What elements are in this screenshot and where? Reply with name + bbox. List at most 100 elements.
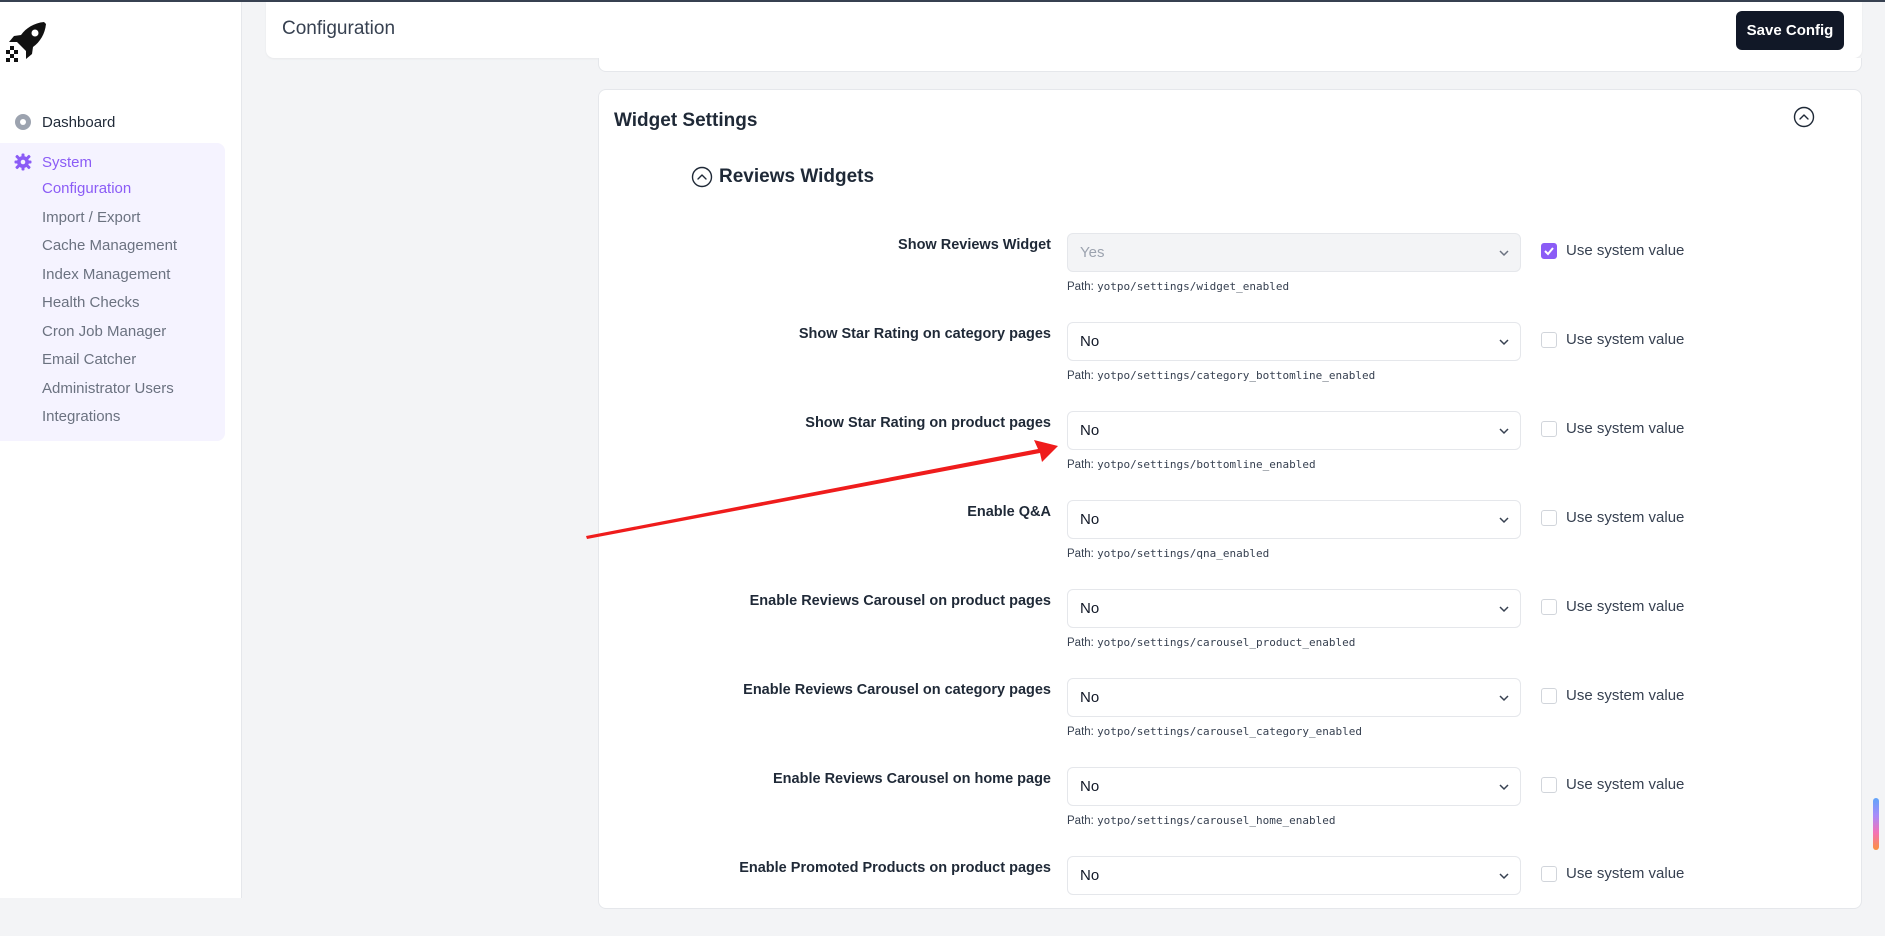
checkbox-icon — [1541, 509, 1557, 526]
select-value: No — [1080, 333, 1100, 350]
checkbox-icon — [1541, 420, 1557, 437]
setting-select[interactable]: No — [1067, 322, 1521, 361]
setting-label: Show Reviews Widget — [898, 237, 1051, 253]
sidebar-item-cron-job-manager[interactable]: Cron Job Manager — [42, 322, 177, 351]
use-system-value-checkbox[interactable]: Use system value — [1541, 509, 1684, 526]
widget-settings-section: Widget Settings Reviews Widgets Show Rev… — [598, 89, 1862, 909]
setting-path: Path: yotpo/settings/bottomline_enabled — [1067, 458, 1316, 471]
use-system-value-label: Use system value — [1566, 687, 1685, 704]
chevron-down-icon — [1499, 873, 1509, 880]
use-system-value-checkbox[interactable]: Use system value — [1541, 331, 1684, 348]
checkbox-icon — [1541, 687, 1557, 704]
setting-label: Show Star Rating on product pages — [805, 415, 1051, 431]
subsection-toggle-reviews-widgets[interactable]: Reviews Widgets — [691, 166, 874, 188]
select-value: Yes — [1080, 244, 1105, 261]
chevron-down-icon — [1499, 695, 1509, 702]
setting-select[interactable]: No — [1067, 411, 1521, 450]
setting-path: Path: yotpo/settings/carousel_product_en… — [1067, 636, 1356, 649]
checkbox-icon — [1541, 776, 1557, 793]
checkbox-icon — [1541, 598, 1557, 615]
use-system-value-label: Use system value — [1566, 420, 1685, 437]
setting-path: Path: yotpo/settings/widget_enabled — [1067, 280, 1290, 293]
chevron-down-icon — [1499, 250, 1509, 257]
checkbox-icon — [1541, 331, 1557, 348]
sidebar-item-import-export[interactable]: Import / Export — [42, 208, 177, 237]
gear-icon — [14, 153, 32, 171]
setting-label: Enable Q&A — [967, 504, 1051, 520]
setting-label: Show Star Rating on category pages — [798, 326, 1051, 342]
save-config-button[interactable]: Save Config — [1736, 11, 1844, 50]
setting-row-carousel-home: Enable Reviews Carousel on home page No … — [599, 767, 1863, 847]
setting-row-star-rating-category: Show Star Rating on category pages No Pa… — [599, 322, 1863, 402]
chevron-down-icon — [1499, 606, 1509, 613]
sidebar-item-dashboard[interactable]: Dashboard — [14, 110, 115, 134]
use-system-value-label: Use system value — [1566, 865, 1685, 882]
sidebar-item-system[interactable]: System — [14, 151, 92, 173]
setting-path: Path: yotpo/settings/carousel_home_enabl… — [1067, 814, 1336, 827]
setting-select: Yes — [1067, 233, 1521, 272]
setting-row-enable-qna: Enable Q&A No Path: yotpo/settings/qna_e… — [599, 500, 1863, 580]
page-title: Configuration — [282, 18, 396, 39]
use-system-value-checkbox[interactable]: Use system value — [1541, 865, 1684, 882]
setting-select[interactable]: No — [1067, 589, 1521, 628]
setting-select[interactable]: No — [1067, 767, 1521, 806]
use-system-value-label: Use system value — [1566, 242, 1685, 259]
setting-label: Enable Reviews Carousel on product pages — [749, 593, 1051, 609]
setting-label: Enable Reviews Carousel on category page… — [743, 682, 1051, 698]
chevron-down-icon — [1499, 784, 1509, 791]
sidebar-item-label: Dashboard — [42, 113, 116, 131]
section-title: Widget Settings — [614, 110, 758, 131]
setting-path: Path: yotpo/settings/qna_enabled — [1067, 547, 1270, 560]
use-system-value-label: Use system value — [1566, 598, 1685, 615]
sidebar-group-system: System Configuration Import / Export Cac… — [0, 143, 225, 441]
use-system-value-checkbox[interactable]: Use system value — [1541, 420, 1684, 437]
use-system-value-checkbox[interactable]: Use system value — [1541, 242, 1684, 259]
chevron-down-icon — [1499, 517, 1509, 524]
use-system-value-label: Use system value — [1566, 509, 1685, 526]
checkbox-checked-icon — [1541, 242, 1557, 259]
checkbox-icon — [1541, 865, 1557, 882]
sidebar-item-configuration[interactable]: Configuration — [42, 179, 177, 208]
setting-row-carousel-category: Enable Reviews Carousel on category page… — [599, 678, 1863, 758]
chevron-down-icon — [1499, 428, 1509, 435]
setting-path: Path: yotpo/settings/category_bottomline… — [1067, 369, 1376, 382]
chevron-up-circle-icon — [691, 166, 713, 188]
setting-row-carousel-product: Enable Reviews Carousel on product pages… — [599, 589, 1863, 669]
system-submenu: Configuration Import / Export Cache Mana… — [42, 179, 177, 436]
subsection-title: Reviews Widgets — [719, 166, 875, 187]
chevron-down-icon — [1499, 339, 1509, 346]
chevron-up-circle-icon[interactable] — [1793, 106, 1815, 128]
select-value: No — [1080, 689, 1100, 706]
sidebar-item-cache-management[interactable]: Cache Management — [42, 236, 177, 265]
use-system-value-checkbox[interactable]: Use system value — [1541, 598, 1684, 615]
use-system-value-label: Use system value — [1566, 776, 1685, 793]
setting-path: Path: yotpo/settings/carousel_category_e… — [1067, 725, 1362, 738]
sidebar-item-email-catcher[interactable]: Email Catcher — [42, 350, 177, 379]
previous-section-card — [598, 58, 1862, 72]
select-value: No — [1080, 600, 1100, 617]
sidebar: Dashboard System Configuration Import / … — [0, 2, 242, 898]
setting-select[interactable]: No — [1067, 678, 1521, 717]
sidebar-item-administrator-users[interactable]: Administrator Users — [42, 379, 177, 408]
sidebar-item-index-management[interactable]: Index Management — [42, 265, 177, 294]
use-system-value-checkbox[interactable]: Use system value — [1541, 687, 1684, 704]
scrollbar-thumb[interactable] — [1873, 798, 1879, 850]
setting-select[interactable]: No — [1067, 500, 1521, 539]
select-value: No — [1080, 422, 1100, 439]
select-value: No — [1080, 511, 1100, 528]
sidebar-item-health-checks[interactable]: Health Checks — [42, 293, 177, 322]
setting-label: Enable Promoted Products on product page… — [739, 860, 1051, 876]
setting-row-star-rating-product: Show Star Rating on product pages No Pat… — [599, 411, 1863, 491]
setting-label: Enable Reviews Carousel on home page — [773, 771, 1051, 787]
rocket-logo-icon[interactable] — [4, 20, 48, 64]
setting-select[interactable]: No — [1067, 856, 1521, 895]
dashboard-icon — [15, 114, 31, 130]
use-system-value-label: Use system value — [1566, 331, 1685, 348]
setting-row-promoted-products: Enable Promoted Products on product page… — [599, 856, 1863, 936]
page-header: Configuration Save Config — [266, 2, 1862, 58]
use-system-value-checkbox[interactable]: Use system value — [1541, 776, 1684, 793]
sidebar-item-integrations[interactable]: Integrations — [42, 407, 177, 436]
setting-row-show-reviews-widget: Show Reviews Widget Yes Path: yotpo/sett… — [599, 233, 1863, 313]
select-value: No — [1080, 778, 1100, 795]
sidebar-item-label: System — [42, 153, 93, 171]
